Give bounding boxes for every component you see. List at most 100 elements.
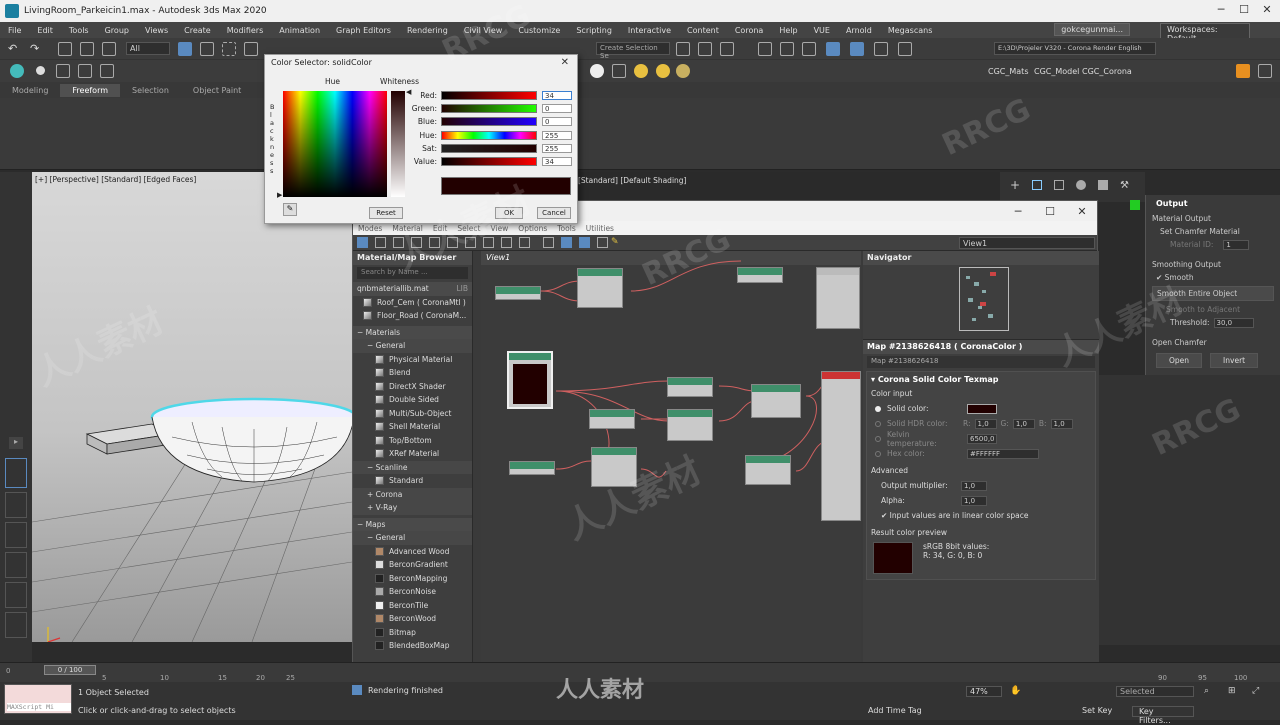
- material-node[interactable]: [667, 409, 713, 441]
- material-id-spinner[interactable]: 1: [1223, 240, 1250, 250]
- bind-space-warp-icon[interactable]: [102, 42, 116, 56]
- menu-arnold[interactable]: Arnold: [838, 26, 880, 35]
- materials-header[interactable]: − Materials: [353, 325, 472, 339]
- material-node[interactable]: [667, 377, 713, 397]
- map-name-field[interactable]: Map #2138626418: [867, 356, 1095, 368]
- window-crossing-icon[interactable]: [244, 42, 258, 56]
- value-spinner[interactable]: 34: [542, 157, 572, 166]
- scanline-subheader[interactable]: − Scanline: [353, 460, 472, 474]
- zoom-icon[interactable]: ⌕: [1204, 686, 1209, 696]
- delete-icon[interactable]: [429, 237, 440, 248]
- blackness-arrow-icon[interactable]: ▶: [277, 191, 282, 199]
- layer-icon[interactable]: [78, 64, 92, 78]
- library-header[interactable]: qnbmateriallib.mat LIB: [353, 282, 472, 296]
- set-chamfer-checkbox[interactable]: Set Chamfer Material: [1146, 225, 1280, 238]
- hierarchy-tab-icon[interactable]: [1054, 180, 1064, 190]
- utilities-tab-icon[interactable]: ⚒: [1120, 180, 1129, 191]
- render-frame-icon[interactable]: [874, 42, 888, 56]
- menu-corona[interactable]: Corona: [727, 26, 771, 35]
- sme-minimize-icon[interactable]: ─: [1011, 205, 1025, 219]
- menu-civil-view[interactable]: Civil View: [456, 26, 511, 35]
- linear-checkbox[interactable]: ✔ Input values are in linear color space: [871, 508, 1091, 523]
- material-node[interactable]: [589, 409, 635, 429]
- hue-blackness-picker[interactable]: [283, 91, 387, 197]
- menu-file[interactable]: File: [0, 26, 29, 35]
- material-item[interactable]: Top/Bottom: [353, 434, 472, 448]
- layout-tab-active[interactable]: [5, 458, 27, 488]
- red-spinner[interactable]: 34: [542, 91, 572, 100]
- assign-material-icon[interactable]: [411, 237, 422, 248]
- view-dropdown[interactable]: View1: [959, 237, 1095, 249]
- tab-selection[interactable]: Selection: [120, 84, 181, 97]
- open-button[interactable]: Open: [1156, 353, 1203, 368]
- ok-button[interactable]: OK: [495, 207, 523, 219]
- solid-color-swatch[interactable]: [967, 403, 997, 414]
- output-mult-spinner[interactable]: 1,0: [961, 480, 987, 491]
- select-tool-icon[interactable]: [357, 237, 368, 248]
- hex-radio[interactable]: [875, 450, 881, 457]
- menu-tools[interactable]: Tools: [61, 26, 97, 35]
- region-select-icon[interactable]: [222, 42, 236, 56]
- undo-icon[interactable]: ↶: [8, 42, 22, 56]
- hue-spinner[interactable]: 255: [542, 131, 572, 140]
- show-background-icon[interactable]: [501, 237, 512, 248]
- close-icon[interactable]: ✕: [1260, 3, 1274, 17]
- zoom-dropdown[interactable]: 47%: [966, 686, 1002, 697]
- schematic-view-icon[interactable]: [802, 42, 816, 56]
- hand-icon[interactable]: ✋: [1010, 686, 1021, 696]
- material-item[interactable]: Shell Material: [353, 420, 472, 434]
- corona-subheader[interactable]: + Corona: [353, 487, 472, 501]
- sme-menu-modes[interactable]: Modes: [353, 224, 387, 233]
- redo-icon[interactable]: ↷: [30, 42, 44, 56]
- map-item[interactable]: Advanced Wood: [353, 545, 472, 559]
- sme-close-icon[interactable]: ✕: [1075, 205, 1089, 219]
- material-map-browser-icon[interactable]: [579, 237, 590, 248]
- parameter-editor-icon[interactable]: [597, 237, 608, 248]
- map-item[interactable]: BerconMapping: [353, 572, 472, 586]
- user-account[interactable]: gokcegunmai...: [1054, 23, 1130, 36]
- material-node[interactable]: [745, 455, 791, 485]
- modify-tab-icon[interactable]: [1032, 180, 1042, 190]
- material-node[interactable]: [509, 461, 555, 475]
- scene-explorer-icon[interactable]: [56, 64, 70, 78]
- maximize-icon[interactable]: ☐: [1237, 3, 1251, 17]
- move-children-icon[interactable]: [447, 237, 458, 248]
- output-material-node[interactable]: [821, 371, 861, 521]
- cancel-button[interactable]: Cancel: [537, 207, 571, 219]
- zoom-all-icon[interactable]: ⊞: [1228, 686, 1236, 696]
- alpha-spinner[interactable]: 1,0: [961, 495, 987, 506]
- kelvin-spinner[interactable]: 6500,0: [967, 433, 997, 444]
- plugin-icon[interactable]: [1236, 64, 1250, 78]
- smooth-checkbox[interactable]: ✔ Smooth: [1146, 271, 1280, 284]
- solid-color-radio[interactable]: [875, 405, 881, 412]
- sphere-icon[interactable]: [36, 66, 45, 75]
- sme-menu-utilities[interactable]: Utilities: [581, 224, 619, 233]
- material-item[interactable]: XRef Material: [353, 447, 472, 461]
- material-item[interactable]: DirectX Shader: [353, 380, 472, 394]
- sme-menu-tools[interactable]: Tools: [552, 224, 580, 233]
- expand-arrow-icon[interactable]: ▸: [9, 437, 23, 449]
- gold-sphere-icon[interactable]: [676, 64, 690, 78]
- layout-tab[interactable]: [5, 552, 27, 578]
- create-selection-set-field[interactable]: Create Selection Se: [596, 42, 670, 60]
- menu-scripting[interactable]: Scripting: [568, 26, 620, 35]
- map-item[interactable]: BerconWood: [353, 612, 472, 626]
- scene-converter-icon[interactable]: [1258, 64, 1272, 78]
- hdr-g-spinner[interactable]: 1,0: [1012, 418, 1035, 429]
- library-item[interactable]: Roof_Cem ( CoronaMtl ): [353, 296, 472, 310]
- layout-all-icon[interactable]: [543, 237, 554, 248]
- sat-spinner[interactable]: 255: [542, 144, 572, 153]
- menu-graph-editors[interactable]: Graph Editors: [328, 26, 399, 35]
- rollout-title[interactable]: ▾ Corona Solid Color Texmap: [871, 375, 1091, 384]
- menu-animation[interactable]: Animation: [271, 26, 328, 35]
- perspective-viewport[interactable]: [+] [Perspective] [Standard] [Edged Face…: [32, 172, 352, 642]
- maxscript-listener[interactable]: MAXScript Mi: [4, 684, 72, 714]
- menu-rendering[interactable]: Rendering: [399, 26, 456, 35]
- tab-freeform[interactable]: Freeform: [60, 83, 121, 97]
- material-node[interactable]: [816, 267, 860, 329]
- snap-icon[interactable]: [10, 64, 24, 78]
- sky-icon[interactable]: [656, 64, 670, 78]
- map-item[interactable]: BerconGradient: [353, 558, 472, 572]
- red-slider[interactable]: [441, 91, 537, 100]
- vray-subheader[interactable]: + V-Ray: [353, 501, 472, 515]
